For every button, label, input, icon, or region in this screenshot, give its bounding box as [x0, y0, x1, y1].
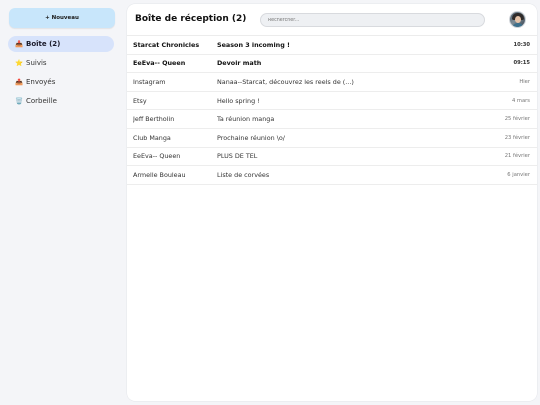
- email-date: 09:15: [513, 60, 530, 67]
- email-sender: Armelle Bouleau: [133, 170, 186, 179]
- email-subject: Devoir math: [217, 59, 262, 68]
- sidebar-item-label: Corbeille: [26, 97, 57, 105]
- sidebar-item-label: Envoyés: [26, 78, 56, 86]
- email-sender: Starcat Chronicles: [133, 40, 200, 49]
- inbox-header: Boîte de réception (2): [127, 4, 537, 36]
- email-date: 25 février: [504, 116, 530, 123]
- sidebar-item-label: Boîte (2): [26, 40, 61, 48]
- avatar[interactable]: [509, 11, 526, 28]
- email-sender: EeEva-- Queen: [133, 59, 186, 68]
- email-date: 6 janvier: [507, 171, 530, 178]
- email-row[interactable]: Armelle Bouleau Liste de corvées 6 janvi…: [127, 166, 537, 185]
- star-icon: ⭐: [14, 59, 24, 67]
- sidebar-item-trash[interactable]: 🗑️ Corbeille: [8, 93, 114, 109]
- email-row[interactable]: EeEva-- Queen Devoir math 09:15: [127, 55, 537, 74]
- avatar-face: [515, 16, 521, 23]
- email-row[interactable]: Starcat Chronicles Season 3 incoming ! 1…: [127, 36, 537, 55]
- trash-icon: 🗑️: [14, 97, 24, 105]
- search-input[interactable]: [260, 13, 485, 27]
- email-row[interactable]: Club Manga Prochaine réunion \o/ 23 févr…: [127, 129, 537, 148]
- sidebar-item-sent[interactable]: 📤 Envoyés: [8, 74, 114, 90]
- email-row[interactable]: Etsy Hello spring ! 4 mars: [127, 92, 537, 111]
- email-sender: Instagram: [133, 77, 166, 86]
- email-date: 10:30: [513, 41, 530, 48]
- email-sender: Club Manga: [133, 133, 171, 142]
- email-sender: Jeff Bertholin: [133, 115, 175, 124]
- inbox-icon: 📥: [14, 40, 24, 48]
- email-subject: PLUS DE TEL: [217, 152, 258, 161]
- email-date: 23 février: [504, 134, 530, 141]
- email-list: Starcat Chronicles Season 3 incoming ! 1…: [127, 36, 537, 185]
- sidebar-item-starred[interactable]: ⭐ Suivis: [8, 55, 114, 71]
- email-row[interactable]: EeEva-- Queen PLUS DE TEL 21 février: [127, 148, 537, 167]
- outbox-icon: 📤: [14, 78, 24, 86]
- email-subject: Hello spring !: [217, 96, 260, 105]
- email-date: Hier: [519, 78, 530, 85]
- email-subject: Season 3 incoming !: [217, 40, 290, 49]
- email-date: 21 février: [504, 153, 530, 160]
- email-row[interactable]: Instagram Nanaa--Starcat, découvrez les …: [127, 73, 537, 92]
- email-subject: Nanaa--Starcat, découvrez les reels de (…: [217, 77, 354, 86]
- sidebar-nav: 📥 Boîte (2) ⭐ Suivis 📤 Envoyés 🗑️ Corbei…: [8, 36, 114, 109]
- sidebar-item-label: Suivis: [26, 59, 47, 67]
- main-panel: Boîte de réception (2) Starcat Chronicle…: [127, 4, 537, 401]
- email-row[interactable]: Jeff Bertholin Ta réunion manga 25 févri…: [127, 110, 537, 129]
- sidebar-item-inbox[interactable]: 📥 Boîte (2): [8, 36, 114, 52]
- email-sender: EeEva-- Queen: [133, 152, 181, 161]
- page-title: Boîte de réception (2): [135, 14, 247, 24]
- avatar-body: [512, 23, 524, 27]
- email-subject: Liste de corvées: [217, 170, 270, 179]
- email-sender: Etsy: [133, 96, 147, 105]
- sidebar: + Nouveau 📥 Boîte (2) ⭐ Suivis 📤 Envoyés…: [0, 0, 122, 405]
- compose-button[interactable]: + Nouveau: [9, 8, 115, 28]
- email-subject: Ta réunion manga: [217, 115, 275, 124]
- email-subject: Prochaine réunion \o/: [217, 133, 285, 142]
- email-date: 4 mars: [511, 97, 530, 104]
